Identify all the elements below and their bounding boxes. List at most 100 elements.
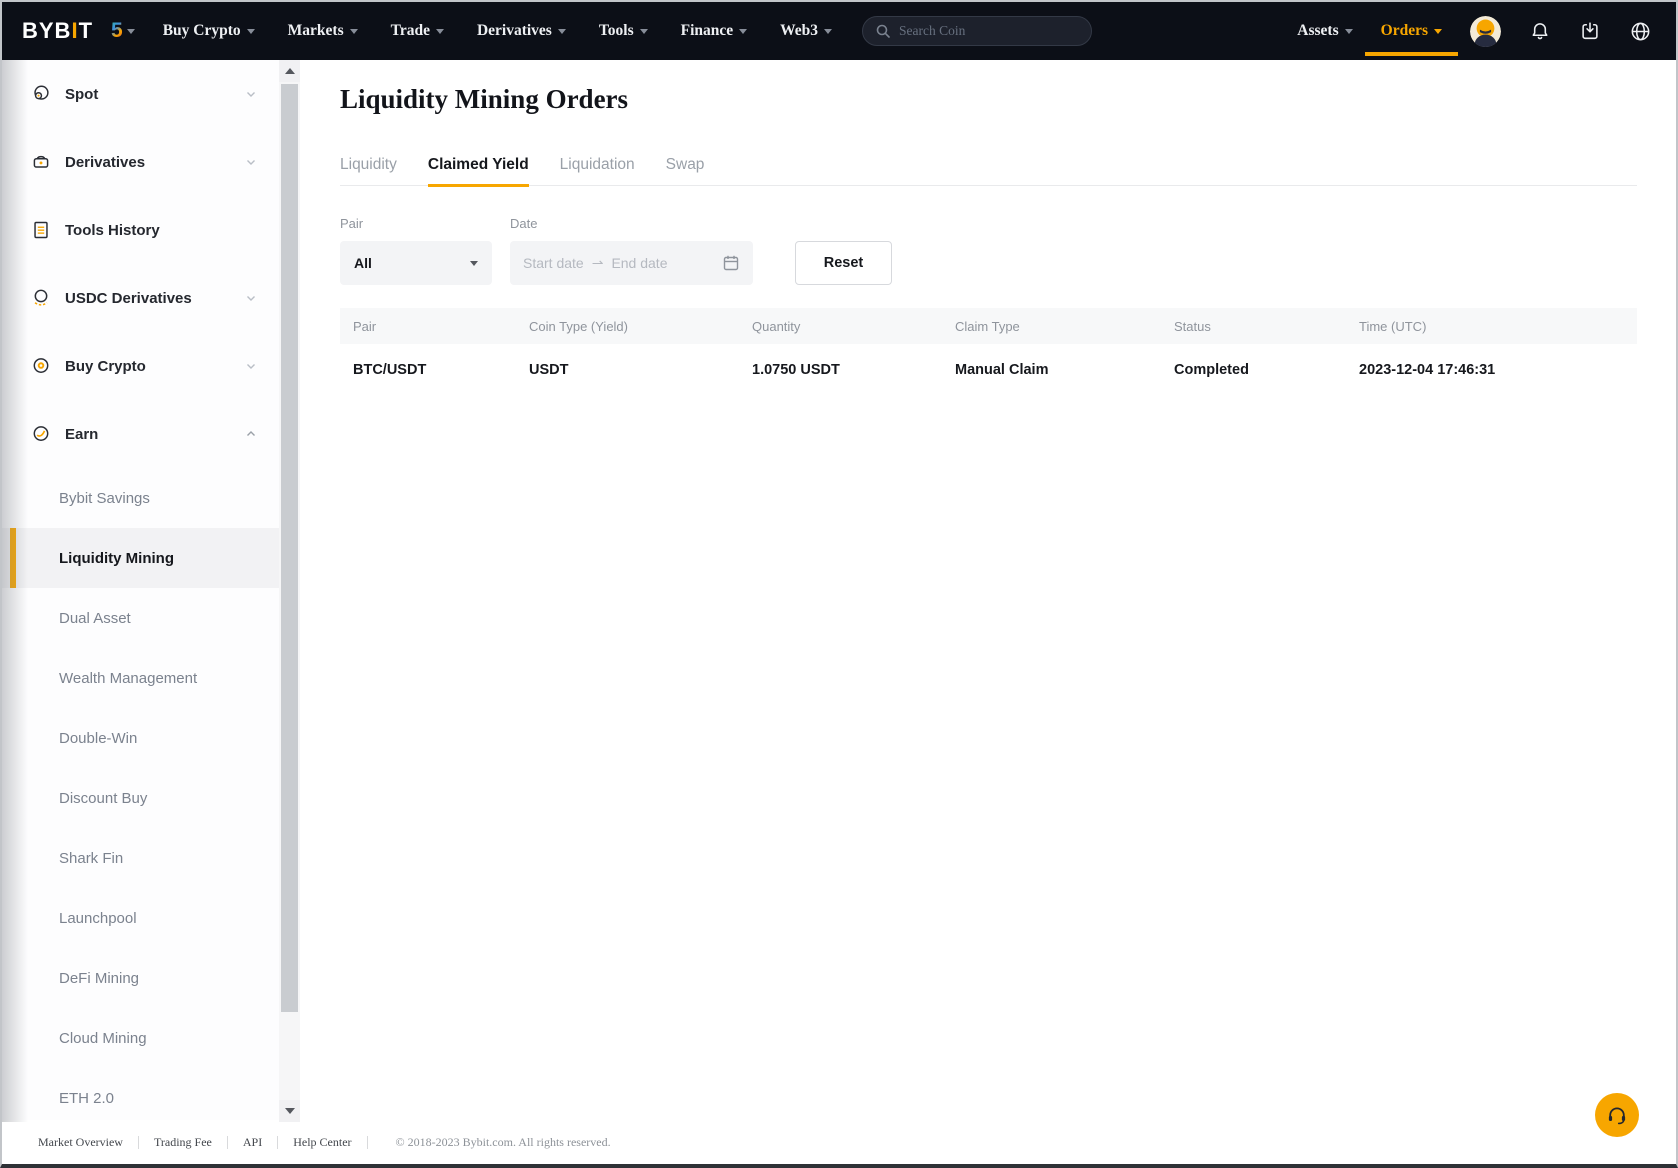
menu-finance[interactable]: Finance xyxy=(681,22,748,40)
pair-filter-label: Pair xyxy=(340,216,492,231)
menu-buy-crypto[interactable]: Buy Crypto xyxy=(163,22,255,40)
chevron-down-icon xyxy=(350,29,358,34)
page-title: Liquidity Mining Orders xyxy=(340,84,628,115)
sidebar-item-launchpool[interactable]: Launchpool xyxy=(2,888,279,948)
bybit-logo[interactable]: BYBIT xyxy=(22,18,93,44)
top-navigation-bar: BYBIT 5 Buy Crypto Markets Trade Derivat… xyxy=(2,2,1676,60)
search-icon xyxy=(875,23,891,39)
footer-link-trading-fee[interactable]: Trading Fee xyxy=(139,1136,228,1149)
table-header-row: Pair Coin Type (Yield) Quantity Claim Ty… xyxy=(340,308,1637,344)
menu-trade[interactable]: Trade xyxy=(391,22,444,40)
anniversary-5-icon: 5 xyxy=(111,19,123,43)
menu-markets[interactable]: Markets xyxy=(288,22,358,40)
download-app-button[interactable] xyxy=(1579,20,1601,42)
sidebar-item-tools-history[interactable]: Tools History xyxy=(2,196,279,264)
triangle-down-icon xyxy=(470,261,478,266)
chevron-down-icon xyxy=(640,29,648,34)
filter-bar: Pair All Date Start date ⇀ End date xyxy=(340,216,892,285)
spot-icon xyxy=(30,83,52,105)
globe-icon xyxy=(1629,20,1652,43)
cell-time: 2023-12-04 17:46:31 xyxy=(1359,362,1637,378)
logo-text: BYB xyxy=(22,18,71,43)
nav-right-group: Assets Orders xyxy=(1297,16,1652,47)
cell-coin-type: USDT xyxy=(529,362,752,378)
scroll-down-button[interactable] xyxy=(279,1100,300,1122)
sidebar-item-defi-mining[interactable]: DeFi Mining xyxy=(2,948,279,1008)
tab-liquidity[interactable]: Liquidity xyxy=(340,156,397,185)
column-time-utc: Time (UTC) xyxy=(1359,319,1637,334)
search-input[interactable] xyxy=(899,23,1079,39)
chevron-down-icon xyxy=(436,29,444,34)
cell-claim-type: Manual Claim xyxy=(955,362,1174,378)
sidebar-item-dual-asset[interactable]: Dual Asset xyxy=(2,588,279,648)
chevron-down-icon xyxy=(1434,29,1442,34)
footer-link-help-center[interactable]: Help Center xyxy=(278,1136,367,1149)
chevron-down-icon xyxy=(245,360,257,372)
scroll-up-button[interactable] xyxy=(279,60,300,82)
footer: Market Overview Trading Fee API Help Cen… xyxy=(2,1120,1676,1164)
sidebar-item-wealth-management[interactable]: Wealth Management xyxy=(2,648,279,708)
column-status: Status xyxy=(1174,319,1359,334)
buy-crypto-icon xyxy=(30,355,52,377)
menu-web3[interactable]: Web3 xyxy=(780,22,832,40)
coin-search-box[interactable] xyxy=(862,16,1092,46)
table-row: BTC/USDT USDT 1.0750 USDT Manual Claim C… xyxy=(340,344,1637,396)
pair-select[interactable]: All xyxy=(340,241,492,285)
column-claim-type: Claim Type xyxy=(955,319,1174,334)
chevron-up-icon xyxy=(245,428,257,440)
sidebar-item-shark-fin[interactable]: Shark Fin xyxy=(2,828,279,888)
scrollbar-thumb[interactable] xyxy=(281,84,298,1012)
menu-derivatives[interactable]: Derivatives xyxy=(477,22,566,40)
chevron-down-icon xyxy=(245,88,257,100)
date-range-picker[interactable]: Start date ⇀ End date xyxy=(510,241,753,285)
start-date-input[interactable]: Start date xyxy=(523,255,584,271)
cell-quantity: 1.0750 USDT xyxy=(752,362,955,378)
date-filter-label: Date xyxy=(510,216,753,231)
sidebar-item-bybit-savings[interactable]: Bybit Savings xyxy=(2,468,279,528)
logo-text-2: T xyxy=(79,18,93,43)
sidebar-item-eth-2-0[interactable]: ETH 2.0 xyxy=(2,1068,279,1128)
end-date-input[interactable]: End date xyxy=(611,255,667,271)
user-avatar[interactable] xyxy=(1470,16,1501,47)
menu-tools[interactable]: Tools xyxy=(599,22,648,40)
menu-orders-active[interactable]: Orders xyxy=(1381,22,1442,40)
sidebar: Spot Derivatives Tools History USDC Deri… xyxy=(2,60,300,1122)
anniversary-5-badge[interactable]: 5 xyxy=(111,19,135,43)
notifications-button[interactable] xyxy=(1529,20,1551,42)
chevron-down-icon xyxy=(127,29,135,34)
calendar-icon xyxy=(722,254,740,272)
main-content: Liquidity Mining Orders Liquidity Claime… xyxy=(302,60,1676,1122)
chevron-down-icon xyxy=(739,29,747,34)
footer-link-api[interactable]: API xyxy=(228,1136,278,1149)
tab-liquidation[interactable]: Liquidation xyxy=(560,156,635,185)
sidebar-item-buy-crypto[interactable]: Buy Crypto xyxy=(2,332,279,400)
cell-pair: BTC/USDT xyxy=(353,362,529,378)
chevron-down-icon xyxy=(558,29,566,34)
sidebar-item-usdc-derivatives[interactable]: USDC Derivatives xyxy=(2,264,279,332)
sidebar-scrollbar[interactable] xyxy=(279,60,300,1122)
logo-accent: I xyxy=(71,18,78,43)
sidebar-item-spot[interactable]: Spot xyxy=(2,60,279,128)
copyright-text: © 2018-2023 Bybit.com. All rights reserv… xyxy=(396,1135,611,1150)
footer-link-market-overview[interactable]: Market Overview xyxy=(38,1136,139,1149)
menu-assets[interactable]: Assets xyxy=(1297,22,1352,40)
orders-table: Pair Coin Type (Yield) Quantity Claim Ty… xyxy=(340,308,1637,396)
usdc-derivatives-icon xyxy=(30,287,52,309)
download-icon xyxy=(1579,20,1601,42)
sidebar-item-cloud-mining[interactable]: Cloud Mining xyxy=(2,1008,279,1068)
language-button[interactable] xyxy=(1629,20,1652,43)
reset-button[interactable]: Reset xyxy=(795,241,892,285)
chevron-down-icon xyxy=(1345,29,1353,34)
sidebar-item-discount-buy[interactable]: Discount Buy xyxy=(2,768,279,828)
earn-icon xyxy=(30,423,52,445)
support-button[interactable] xyxy=(1595,1093,1639,1137)
sidebar-item-derivatives[interactable]: Derivatives xyxy=(2,128,279,196)
sidebar-item-earn[interactable]: Earn xyxy=(2,400,279,468)
sidebar-item-liquidity-mining[interactable]: Liquidity Mining xyxy=(2,528,279,588)
tab-swap[interactable]: Swap xyxy=(666,156,705,185)
arrow-right-icon: ⇀ xyxy=(592,255,604,272)
tab-claimed-yield[interactable]: Claimed Yield xyxy=(428,156,529,185)
sidebar-item-double-win[interactable]: Double-Win xyxy=(2,708,279,768)
cell-status: Completed xyxy=(1174,362,1359,378)
chevron-down-icon xyxy=(245,156,257,168)
